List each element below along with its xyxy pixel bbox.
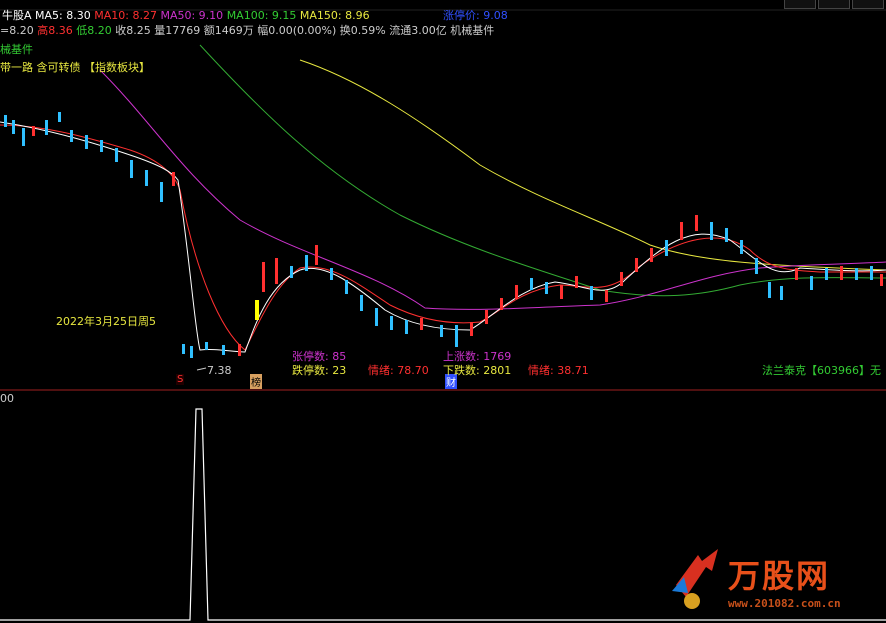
turnover-value: 换0.59% (339, 24, 386, 37)
down-count-value: 2801 (483, 364, 512, 377)
open-value: =8.20 (0, 24, 34, 37)
sentiment-stat-2: 情绪: 38.71 (528, 364, 589, 378)
down-count-label: 下跌数: (443, 364, 480, 377)
ma10-label: MA10: 8.27 (94, 9, 157, 22)
list-marker[interactable]: 榜 (250, 374, 262, 389)
watermark-url: www.201082.com.cn (728, 597, 841, 610)
up-count-value: 1769 (483, 350, 512, 363)
limit-down-value: 23 (332, 364, 347, 377)
up-count-label: 上涨数: (443, 350, 480, 363)
watermark-brand: 万股网 (728, 557, 831, 595)
maximize-button[interactable] (818, 0, 850, 9)
sentiment1-value: 78.70 (397, 364, 429, 377)
ma50-line (99, 69, 886, 310)
change-value: 幅0.00(0.00%) (257, 24, 337, 37)
quote-line: =8.20 高8.36 低8.20 收8.25 量17769 额1469万 幅0… (0, 24, 494, 38)
concept-line: 带一路 含可转债 【指数板块】 (0, 61, 150, 75)
ma150-line (299, 59, 886, 271)
limit-price: 涨停价: 9.08 (443, 9, 508, 22)
volume-value: 量17769 (154, 24, 201, 37)
float-value: 流通3.00亿 (389, 24, 447, 37)
ma100-label: MA100: 9.15 (226, 9, 297, 22)
up-count-stat: 上涨数: 1769 (443, 350, 511, 364)
amount-value: 额1469万 (203, 24, 254, 37)
limit-up-stat: 张停数: 85 (292, 350, 346, 364)
subchart-axis-label: 00 (0, 392, 14, 405)
close-value: 收8.25 (115, 24, 151, 37)
low-value: 低8.20 (76, 24, 112, 37)
ma50-label: MA50: 9.10 (160, 9, 224, 22)
sentiment-stat-1: 情绪: 78.70 (368, 364, 429, 378)
sector-value: 机械基件 (450, 24, 495, 37)
limit-up-value: 85 (332, 350, 347, 363)
limit-up-label: 张停数: (292, 350, 329, 363)
sector-line: 械基件 (0, 43, 33, 56)
stock-name: 牛股A (2, 9, 32, 22)
watermark-logo: 万股网 www.201082.com.cn (668, 545, 878, 617)
limit-down-stat: 跌停数: 23 (292, 364, 346, 378)
close-button[interactable] (852, 0, 884, 9)
ma150-label: MA150: 8.96 (299, 9, 370, 22)
logo-arrow-icon (672, 549, 718, 609)
sentiment1-label: 情绪: (368, 364, 394, 377)
sentiment2-value: 38.71 (557, 364, 589, 377)
stock-tag[interactable]: 法兰泰克【603966】无 (762, 364, 881, 378)
date-label: 2022年3月25日周5 (56, 315, 156, 328)
limit-down-label: 跌停数: (292, 364, 329, 377)
signal-s-marker[interactable]: S (176, 374, 185, 385)
minimize-button[interactable] (784, 0, 816, 9)
concept-text[interactable]: 带一路 含可转债 (0, 61, 81, 74)
high-value: 高8.36 (37, 24, 73, 37)
low-price-label: 7.38 (207, 364, 232, 377)
sentiment2-label: 情绪: (528, 364, 554, 377)
down-count-stat: 下跌数: 2801 (443, 364, 511, 378)
low-pointer (196, 367, 207, 371)
index-block-link[interactable]: 【指数板块】 (84, 61, 150, 74)
chart-canvas[interactable] (0, 0, 886, 623)
ma-legend: 牛股A MA5: 8.30 MA10: 8.27 MA50: 9.10 MA10… (2, 9, 370, 23)
ma5-label: MA5: 8.30 (35, 9, 91, 22)
ma100-line (199, 44, 886, 297)
